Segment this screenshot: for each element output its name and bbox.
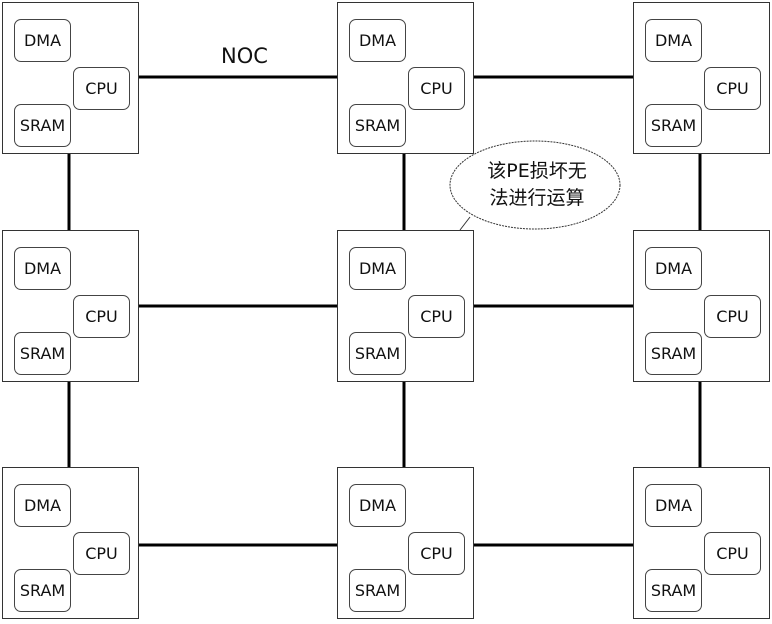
cpu-unit: CPU xyxy=(73,67,130,110)
dma-unit: DMA xyxy=(349,247,406,290)
pe-r2-c0: DMA CPU SRAM xyxy=(2,467,139,619)
sram-unit: SRAM xyxy=(349,569,406,612)
noc-mesh-diagram: NOC DMA CPU SRAM DMA CPU SRAM DMA CPU SR… xyxy=(0,0,772,624)
noc-label: NOC xyxy=(221,44,268,68)
dma-unit: DMA xyxy=(349,484,406,527)
cpu-unit: CPU xyxy=(408,67,465,110)
pe-r2-c1: DMA CPU SRAM xyxy=(337,467,474,619)
cpu-unit: CPU xyxy=(704,67,761,110)
sram-unit: SRAM xyxy=(14,104,71,147)
sram-unit: SRAM xyxy=(14,332,71,375)
cpu-unit: CPU xyxy=(704,295,761,338)
dma-unit: DMA xyxy=(14,247,71,290)
dma-unit: DMA xyxy=(349,19,406,62)
sram-unit: SRAM xyxy=(349,332,406,375)
callout-pointer xyxy=(459,216,471,231)
dma-unit: DMA xyxy=(645,247,702,290)
callout-line-1: 该PE损坏无 xyxy=(487,160,587,182)
pe-r0-c1: DMA CPU SRAM xyxy=(337,2,474,154)
sram-unit: SRAM xyxy=(645,332,702,375)
sram-unit: SRAM xyxy=(645,104,702,147)
cpu-unit: CPU xyxy=(704,532,761,575)
cpu-unit: CPU xyxy=(408,532,465,575)
pe-r0-c0: DMA CPU SRAM xyxy=(2,2,139,154)
dma-unit: DMA xyxy=(645,19,702,62)
sram-unit: SRAM xyxy=(349,104,406,147)
dma-unit: DMA xyxy=(14,484,71,527)
cpu-unit: CPU xyxy=(73,532,130,575)
callout-line-2: 法进行运算 xyxy=(489,187,585,209)
pe-r2-c2: DMA CPU SRAM xyxy=(633,467,770,619)
pe-r1-c0: DMA CPU SRAM xyxy=(2,230,139,382)
callout-text: 该PE损坏无 法进行运算 xyxy=(462,158,612,212)
dma-unit: DMA xyxy=(645,484,702,527)
sram-unit: SRAM xyxy=(645,569,702,612)
cpu-unit: CPU xyxy=(73,295,130,338)
pe-r1-c2: DMA CPU SRAM xyxy=(633,230,770,382)
sram-unit: SRAM xyxy=(14,569,71,612)
dma-unit: DMA xyxy=(14,19,71,62)
pe-r0-c2: DMA CPU SRAM xyxy=(633,2,770,154)
cpu-unit: CPU xyxy=(408,295,465,338)
pe-r1-c1-damaged: DMA CPU SRAM xyxy=(337,230,474,382)
